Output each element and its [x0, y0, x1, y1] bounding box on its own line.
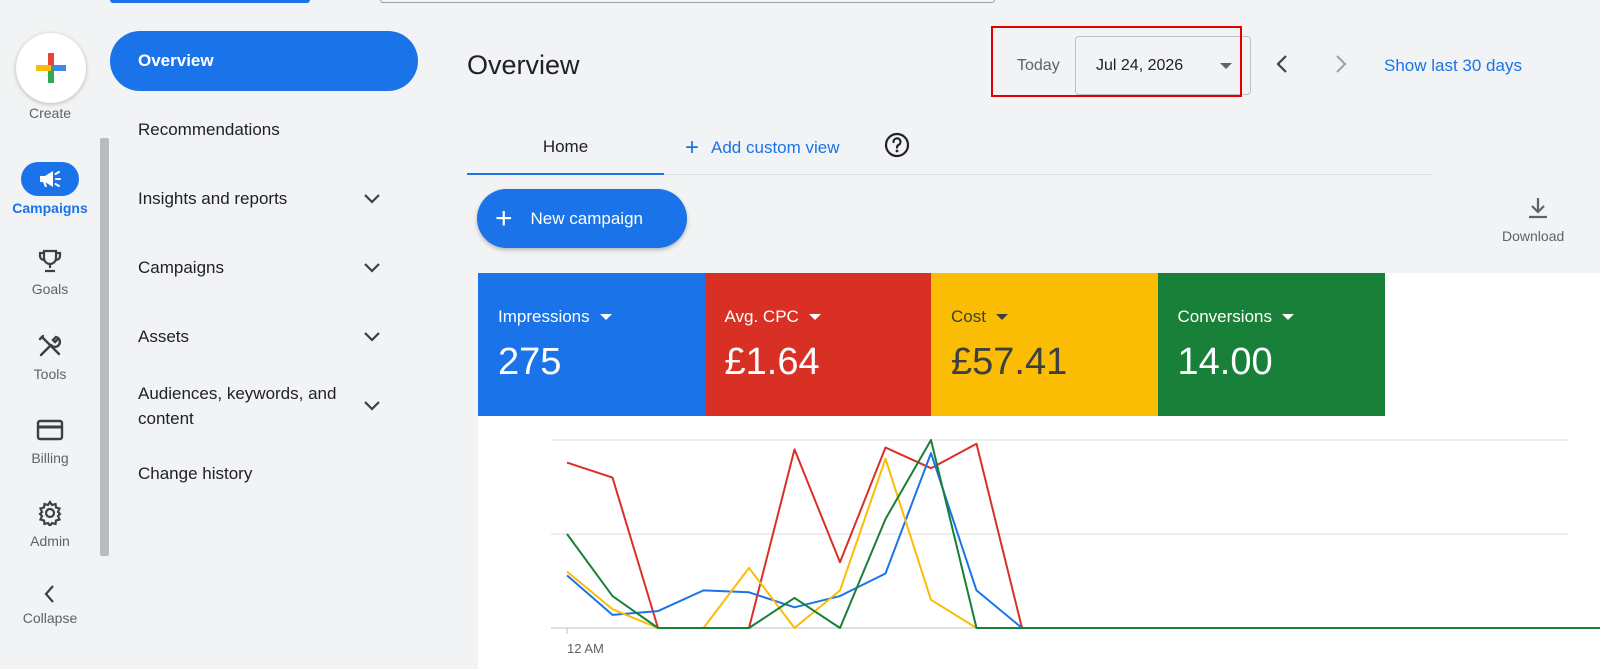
nav-item-insights-and-reports[interactable]: Insights and reports — [138, 186, 418, 212]
add-custom-view-button[interactable]: + Add custom view — [685, 120, 840, 175]
rail-item-admin[interactable]: Admin — [0, 499, 100, 549]
nav-item-assets[interactable]: Assets — [138, 324, 418, 350]
metric-name-row: Conversions — [1178, 307, 1385, 327]
chevron-down-icon — [360, 187, 384, 211]
caret-down-icon — [995, 314, 1008, 320]
credit-card-icon — [0, 416, 100, 444]
series-line-2 — [566, 457, 1600, 629]
rail-scrollbar[interactable] — [100, 138, 109, 556]
gear-icon — [0, 499, 100, 527]
x-tick-label: 12 AM — [567, 641, 604, 656]
rail-label-collapse: Collapse — [22, 610, 78, 626]
create-button[interactable] — [16, 33, 86, 103]
metric-conversions[interactable]: Conversions 14.00 — [1157, 273, 1385, 416]
metric-name: Conversions — [1177, 307, 1273, 326]
new-campaign-label: New campaign — [530, 208, 643, 228]
nav-item-label: Audiences, keywords, and content — [138, 384, 337, 428]
nav-item-label: Change history — [138, 464, 253, 483]
chevron-down-icon — [361, 394, 384, 418]
rail-label-goals: Goals — [31, 281, 69, 297]
plus-icon: + — [495, 201, 513, 235]
caret-down-icon — [1282, 314, 1294, 320]
tab-label: Home — [542, 136, 589, 156]
rail-item-collapse[interactable]: Collapse — [0, 582, 100, 626]
download-icon — [1529, 198, 1547, 219]
metric-value: £57.41 — [951, 341, 1068, 383]
download-label: Download — [1502, 228, 1565, 244]
chevron-right-icon — [1336, 55, 1347, 73]
trophy-icon — [0, 247, 100, 275]
series-line-1 — [566, 452, 1600, 629]
plus-icon: + — [685, 133, 700, 161]
rail-item-tools[interactable]: Tools — [0, 332, 100, 382]
side-navigation: Overview Recommendations Insights and re… — [110, 0, 430, 669]
rail-label-billing: Billing — [31, 450, 69, 466]
tools-icon — [0, 332, 100, 360]
plus-multicolor-icon — [36, 53, 66, 83]
chevron-down-icon — [360, 256, 384, 280]
create-label: Create — [28, 105, 72, 121]
metric-value: £1.64 — [724, 341, 820, 383]
metric-avg-cpc[interactable]: Avg. CPC £1.64 — [704, 273, 932, 416]
performance-line-chart: 12 AM — [551, 439, 1600, 656]
nav-item-label: Insights and reports — [138, 189, 288, 208]
page-title: Overview — [467, 50, 580, 80]
tab-home[interactable]: Home — [467, 120, 664, 175]
megaphone-icon — [21, 162, 79, 196]
metric-impressions[interactable]: Impressions 275 — [478, 273, 705, 416]
show-last-30-days-link[interactable]: Show last 30 days — [1384, 56, 1522, 76]
chevron-left-icon — [0, 582, 100, 606]
rail-item-campaigns[interactable]: Campaigns — [0, 162, 100, 216]
nav-item-recommendations[interactable]: Recommendations — [138, 118, 418, 142]
help-icon[interactable] — [884, 132, 910, 158]
rail-label-tools: Tools — [33, 366, 67, 382]
metric-name-row: Impressions — [498, 307, 705, 327]
caret-down-icon — [808, 314, 821, 320]
metric-value: 14.00 — [1177, 341, 1273, 383]
rail-item-billing[interactable]: Billing — [0, 416, 100, 466]
rail-label-campaigns: Campaigns — [12, 200, 88, 216]
performance-card: Impressions 275 Avg. CPC £1.64 Cost £57.… — [478, 273, 1600, 669]
rail-item-goals[interactable]: Goals — [0, 247, 100, 297]
series-line-0 — [566, 442, 1600, 629]
metric-name: Impressions — [498, 307, 590, 326]
search-bar-fragment[interactable] — [380, 0, 995, 3]
nav-item-label: Assets — [138, 327, 190, 346]
metric-cost[interactable]: Cost £57.41 — [931, 273, 1158, 416]
nav-item-label: Campaigns — [138, 258, 224, 277]
nav-item-overview[interactable]: Overview — [110, 31, 418, 91]
metric-value: 275 — [498, 341, 562, 383]
nav-item-label: Recommendations — [138, 120, 280, 139]
tab-label: Add custom view — [711, 137, 840, 157]
nav-item-change-history[interactable]: Change history — [138, 462, 418, 486]
metric-name-row: Cost — [951, 307, 1158, 327]
previous-period-button[interactable] — [1270, 52, 1294, 76]
nav-item-label: Overview — [138, 51, 214, 70]
nav-item-audiences-keywords-content[interactable]: Audiences, keywords, and content — [138, 381, 418, 431]
left-rail: Create Campaigns Goals Tools Billing Adm… — [0, 0, 100, 669]
rail-label-admin: Admin — [30, 533, 70, 549]
next-period-button[interactable] — [1329, 52, 1353, 76]
highlight-box — [991, 26, 1242, 97]
metric-name: Avg. CPC — [724, 307, 799, 326]
new-campaign-button[interactable]: + New campaign — [477, 189, 687, 248]
caret-down-icon — [599, 314, 612, 320]
view-tabs: Home + Add custom view — [467, 120, 1432, 175]
metric-name: Cost — [951, 307, 986, 326]
nav-item-campaigns[interactable]: Campaigns — [138, 255, 418, 281]
chevron-down-icon — [360, 325, 384, 349]
chevron-left-icon — [1276, 55, 1287, 73]
metric-name-row: Avg. CPC — [725, 307, 932, 327]
